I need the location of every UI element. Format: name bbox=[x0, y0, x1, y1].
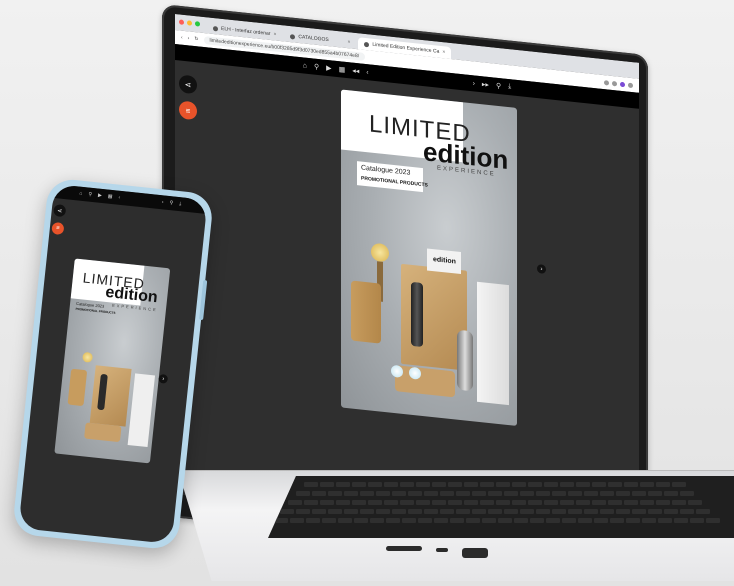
white-box: edition bbox=[427, 248, 461, 275]
wooden-gift-box bbox=[89, 365, 132, 427]
cork-sandals bbox=[351, 280, 381, 344]
next-page-button[interactable]: › bbox=[158, 373, 169, 384]
white-box-tall bbox=[477, 281, 509, 406]
lamp-product bbox=[371, 242, 389, 263]
glasses-lens bbox=[391, 364, 403, 378]
search-icon[interactable]: ⚲ bbox=[169, 200, 173, 206]
first-page-icon[interactable]: ◂◂ bbox=[352, 67, 359, 76]
close-tab-icon[interactable]: × bbox=[442, 49, 445, 55]
play-icon[interactable]: ▶ bbox=[326, 64, 331, 73]
steel-bottle bbox=[457, 329, 473, 392]
search-icon[interactable]: ⚲ bbox=[496, 82, 501, 91]
usb-c-port bbox=[436, 548, 448, 552]
tab-favicon-icon bbox=[213, 25, 218, 32]
cocktail-shaker bbox=[411, 281, 423, 348]
profile-avatar[interactable] bbox=[620, 81, 625, 87]
play-icon[interactable]: ▶ bbox=[98, 193, 102, 199]
tab-label: CATALOGOS bbox=[298, 33, 329, 44]
prev-page-icon[interactable]: ‹ bbox=[366, 69, 368, 76]
extension-icon[interactable] bbox=[612, 80, 617, 86]
cover-promo-text: PROMOTIONAL PRODUCTS bbox=[75, 306, 116, 315]
next-page-button[interactable]: › bbox=[537, 264, 546, 274]
menu-dots-icon[interactable] bbox=[628, 82, 633, 88]
catalogue-cover[interactable]: LIMITED edition EXPERIENCE Catalogue 202… bbox=[341, 89, 517, 426]
lamp-product bbox=[82, 351, 94, 363]
minimize-window-icon[interactable] bbox=[187, 20, 192, 26]
cork-sandals bbox=[67, 368, 88, 407]
window-controls bbox=[179, 19, 200, 27]
tab-favicon-icon bbox=[364, 41, 370, 47]
extension-icon[interactable] bbox=[604, 79, 609, 86]
next-page-icon[interactable]: › bbox=[162, 199, 164, 205]
close-tab-icon[interactable]: × bbox=[347, 39, 350, 45]
prev-page-icon[interactable]: ‹ bbox=[118, 195, 120, 201]
phone-screen: ⌂ ⚲ ▶ ▦ ‹ › ⚲ ⤓ ⋖ ≡ LIMITED edition EXPE… bbox=[18, 183, 208, 545]
maximize-window-icon[interactable] bbox=[195, 21, 200, 27]
share-icon[interactable]: ⋖ bbox=[53, 203, 67, 218]
home-icon[interactable]: ⌂ bbox=[303, 62, 307, 69]
sd-card-slot bbox=[386, 546, 422, 551]
menu-icon[interactable]: ≡ bbox=[179, 100, 197, 121]
grid-icon[interactable]: ▦ bbox=[339, 65, 346, 74]
keyboard bbox=[268, 476, 734, 538]
hdmi-port bbox=[462, 548, 488, 558]
phone-catalogue-cover[interactable]: LIMITED edition EXPERIENCE Catalogue 202… bbox=[54, 258, 171, 464]
white-box-tall bbox=[127, 373, 156, 448]
last-page-icon[interactable]: ▸▸ bbox=[482, 80, 489, 89]
download-icon[interactable]: ⤓ bbox=[179, 201, 182, 207]
reload-icon[interactable]: ↻ bbox=[194, 36, 198, 42]
glasses-lens bbox=[409, 366, 421, 380]
close-tab-icon[interactable]: × bbox=[273, 31, 276, 37]
laptop-screen: ELH - Interfaz ordenar × CATALOGOS × Lim… bbox=[175, 14, 639, 543]
close-window-icon[interactable] bbox=[179, 19, 184, 25]
home-icon[interactable]: ⌂ bbox=[79, 191, 83, 197]
menu-icon[interactable]: ≡ bbox=[51, 221, 65, 236]
forward-icon[interactable]: › bbox=[188, 35, 190, 41]
tab-favicon-icon bbox=[290, 33, 296, 40]
speaker-product bbox=[84, 422, 122, 443]
back-icon[interactable]: ‹ bbox=[181, 35, 183, 41]
extensions-area bbox=[604, 79, 633, 88]
next-page-icon[interactable]: › bbox=[473, 80, 475, 87]
download-icon[interactable]: ⤓ bbox=[508, 83, 511, 91]
zoom-icon[interactable]: ⚲ bbox=[88, 192, 92, 198]
share-icon[interactable]: ⋖ bbox=[179, 74, 197, 95]
zoom-icon[interactable]: ⚲ bbox=[314, 63, 319, 72]
box-label: edition bbox=[433, 256, 456, 266]
grid-icon[interactable]: ▦ bbox=[107, 194, 112, 200]
speaker-product bbox=[395, 365, 455, 398]
